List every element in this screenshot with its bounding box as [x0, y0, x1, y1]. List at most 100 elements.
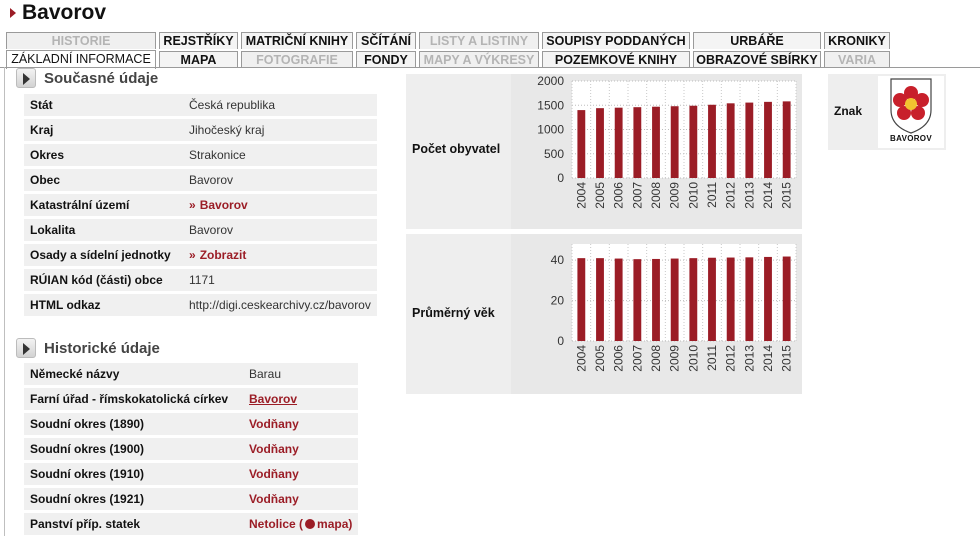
row-value-html-link[interactable]: http://digi.ceskearchivy.cz/bavorov — [183, 294, 377, 316]
table-row: Farní úřad - římskokatolická církev Bavo… — [24, 388, 359, 410]
chart-bar — [614, 258, 623, 341]
table-row: Katastrální území » Bavorov — [24, 194, 377, 216]
row-key: Německé názvy — [24, 363, 243, 385]
chart-xtick-label: 2006 — [612, 182, 626, 209]
coat-of-arms-shield — [890, 78, 932, 134]
chart-xtick-label: 2010 — [686, 345, 700, 372]
row-value-cell: Netolice (mapa) — [243, 513, 359, 535]
tab-varia: VARIA — [824, 51, 890, 68]
row-value-cell: Vodňany — [243, 438, 359, 460]
chart-bar — [577, 258, 586, 341]
chart-xtick-label: 2014 — [761, 345, 775, 372]
table-row: HTML odkaz http://digi.ceskearchivy.cz/b… — [24, 294, 377, 316]
tab-obrazove-sbirky[interactable]: OBRAZOVÉ SBÍRKY — [693, 51, 821, 68]
link-soudni-okres-1910[interactable]: Vodňany — [249, 467, 299, 481]
row-key: Soudní okres (1921) — [24, 488, 243, 510]
population-chart: 0 500 1000 1500 2000 2004 2005 2006 2007 2008 2009… — [511, 74, 802, 229]
chart-bar — [670, 258, 679, 341]
chart-xtick-label: 2007 — [630, 345, 644, 372]
chart-xtick-label: 2012 — [724, 182, 738, 209]
expand-arrow-icon[interactable] — [16, 338, 36, 358]
tab-scitani[interactable]: SČÍTÁNÍ — [356, 32, 416, 49]
tab-listy-a-listiny: LISTY A LISTINY — [419, 32, 539, 49]
row-key: HTML odkaz — [24, 294, 183, 316]
chart-xtick-label: 2012 — [724, 345, 738, 372]
row-key: Panství příp. statek — [24, 513, 243, 535]
chart-xtick-label: 2013 — [742, 345, 756, 372]
tab-kroniky[interactable]: KRONIKY — [824, 32, 890, 49]
chart-bar — [782, 101, 791, 178]
row-key: Stát — [24, 94, 183, 116]
chart-xtick-label: 2010 — [686, 182, 700, 209]
double-chevron-right-icon: » — [189, 198, 196, 212]
chart-xtick-label: 2015 — [780, 182, 794, 209]
page-title: Bavorov — [10, 0, 106, 26]
tab-urbare[interactable]: URBÁŘE — [693, 32, 821, 49]
tab-pozemkove-knihy[interactable]: POZEMKOVÉ KNIHY — [542, 51, 690, 68]
row-key: Soudní okres (1890) — [24, 413, 243, 435]
coat-of-arms-icon[interactable]: BAVOROV — [878, 76, 944, 148]
chart-xtick-label: 2004 — [574, 345, 588, 372]
tab-mapy-a-vykresy: MAPY A VÝKRESY — [419, 51, 539, 68]
row-value-cell: Bavorov — [243, 388, 359, 410]
row-key: RÚIAN kód (části) obce — [24, 269, 183, 291]
globe-icon — [305, 519, 316, 529]
link-soudni-okres-1900[interactable]: Vodňany — [249, 442, 299, 456]
chart-xtick-label: 2014 — [761, 182, 775, 209]
table-row: Panství příp. statek Netolice (mapa) — [24, 513, 359, 535]
znak-caption: BAVOROV — [890, 134, 932, 143]
chart-xtick-label: 2011 — [705, 345, 719, 371]
link-soudni-okres-1921[interactable]: Vodňany — [249, 492, 299, 506]
chart-bar — [689, 105, 698, 178]
table-row: Stát Česká republika — [24, 94, 377, 116]
section-current-title: Současné údaje — [44, 69, 159, 87]
content-border — [4, 67, 5, 536]
chart-bar — [726, 103, 735, 178]
row-value-cell: Vodňany — [243, 463, 359, 485]
row-key: Obec — [24, 169, 183, 191]
tab-fondy[interactable]: FONDY — [356, 51, 416, 68]
row-value: Česká republika — [183, 94, 377, 116]
chart-xtick-label: 2009 — [668, 345, 682, 372]
chart-bar — [670, 106, 679, 178]
chart-xtick-label: 2006 — [612, 345, 626, 372]
link-katastralni-uzemi[interactable]: Bavorov — [200, 198, 248, 212]
expand-arrow-icon[interactable] — [16, 68, 36, 88]
section-historical-title: Historické údaje — [44, 339, 160, 357]
chart-panel-average-age: Průměrný věk 0 20 40 2004 2005 2006 2007 2008 20… — [406, 234, 802, 394]
section-current-header[interactable]: Současné údaje — [16, 68, 158, 88]
tab-mapa[interactable]: MAPA — [159, 51, 238, 68]
historical-info-table: Německé názvy Barau Farní úřad - římskok… — [24, 360, 359, 538]
link-mapa[interactable]: mapa — [317, 517, 348, 531]
section-historical-header[interactable]: Historické údaje — [16, 338, 160, 358]
chart-xtick-label: 2005 — [593, 182, 607, 209]
table-row: Soudní okres (1890) Vodňany — [24, 413, 359, 435]
link-zobrazit[interactable]: Zobrazit — [200, 248, 247, 262]
chart-ytick-label: 0 — [557, 334, 564, 348]
chart-bar — [577, 110, 586, 178]
row-value: Bavorov — [183, 219, 377, 241]
row-key: Okres — [24, 144, 183, 166]
tab-fotografie: FOTOGRAFIE — [241, 51, 353, 68]
tab-soupisy-poddanych[interactable]: SOUPISY PODDANÝCH — [542, 32, 690, 49]
chart-xtick-label: 2013 — [742, 182, 756, 209]
row-value: Jihočeský kraj — [183, 119, 377, 141]
tab-matricni-knihy[interactable]: MATRIČNÍ KNIHY — [241, 32, 353, 49]
link-farni-urad[interactable]: Bavorov — [249, 392, 297, 406]
link-panstvi[interactable]: Netolice — [249, 517, 296, 531]
table-row: Německé názvy Barau — [24, 363, 359, 385]
chart-bar — [633, 259, 642, 341]
tab-rejstriky[interactable]: REJSTŘÍKY — [159, 32, 238, 49]
row-key: Soudní okres (1900) — [24, 438, 243, 460]
table-row: Osady a sídelní jednotky » Zobrazit — [24, 244, 377, 266]
chart-bar — [764, 256, 772, 341]
average-age-chart: 0 20 40 2004 2005 2006 2007 2008 2009 2010 2011 201… — [511, 234, 802, 394]
row-key: Katastrální území — [24, 194, 183, 216]
chart-ytick-label: 0 — [557, 171, 564, 185]
page-title-text: Bavorov — [22, 1, 107, 24]
link-soudni-okres-1890[interactable]: Vodňany — [249, 417, 299, 431]
table-row: Obec Bavorov — [24, 169, 377, 191]
row-key: Lokalita — [24, 219, 183, 241]
row-value-cell: » Bavorov — [183, 194, 377, 216]
chart-bar — [596, 258, 604, 341]
